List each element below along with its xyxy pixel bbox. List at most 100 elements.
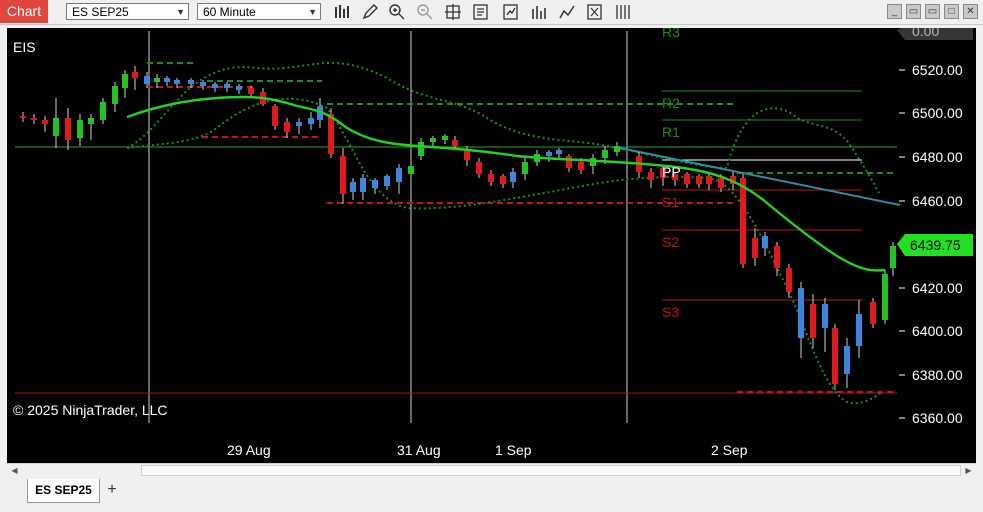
price-tick: 6500.00 (912, 105, 963, 121)
chart-panel[interactable]: 0.00 6520.00 6500.00 6480.00 6460.00 642… (7, 28, 976, 463)
candle-body (112, 86, 118, 104)
candle-body (31, 118, 37, 120)
candle-body (360, 178, 366, 192)
bar-type-icon[interactable] (333, 3, 351, 21)
candle-body (65, 118, 71, 140)
candle-body (522, 162, 528, 174)
pivot-label-pp: PP (662, 164, 681, 180)
restore-button[interactable]: ▭ (925, 4, 940, 19)
price-axis: 0.00 6520.00 6500.00 6480.00 6460.00 642… (912, 28, 963, 426)
candle-body (774, 246, 780, 268)
tile-button[interactable]: ▭ (906, 4, 921, 19)
candle-body (556, 150, 562, 154)
candle-body (762, 236, 768, 248)
indicators-icon[interactable] (530, 3, 548, 21)
date-label: 31 Aug (397, 442, 441, 458)
candle-body (798, 288, 804, 338)
candle-body (154, 78, 160, 82)
date-label: 1 Sep (495, 442, 532, 458)
candle-body (384, 176, 390, 186)
pencil-icon[interactable] (361, 3, 379, 21)
chevron-down-icon: ▼ (176, 7, 185, 17)
pivot-labels: R3 R2 R1 PP S1 S2 S3 (662, 28, 681, 320)
candle-body (810, 304, 816, 338)
zoom-out-icon[interactable] (416, 3, 434, 21)
interval-value: 60 Minute (203, 5, 256, 19)
price-chart[interactable]: 0.00 6520.00 6500.00 6480.00 6460.00 642… (7, 28, 976, 463)
candle-body (224, 84, 230, 88)
pivot-label-s1: S1 (662, 194, 679, 210)
price-tick: 6520.00 (912, 62, 963, 78)
candle-body (100, 102, 106, 120)
data-box-icon[interactable] (472, 3, 490, 21)
candle-body (546, 152, 552, 156)
interval-selector[interactable]: 60 Minute ▼ (197, 3, 321, 20)
candle-body (752, 238, 758, 258)
candle-body (77, 120, 83, 138)
current-price-label: 6439.75 (910, 237, 961, 253)
candle-body (822, 304, 828, 328)
scroll-left-icon[interactable]: ◀ (8, 465, 21, 477)
candle-body (578, 162, 584, 170)
pivot-lines (662, 90, 862, 301)
candle-body (740, 178, 746, 264)
candle-body (144, 76, 150, 84)
candle-body (212, 84, 218, 88)
toolbar: Chart ES SEP25 ▼ 60 Minute ▼ _ ▭ ▭ □ ✕ (0, 0, 983, 25)
candle-body (308, 118, 314, 124)
scroll-thumb[interactable] (141, 465, 961, 476)
candle-body (328, 114, 334, 154)
candle-body (350, 182, 356, 192)
candle-body (476, 162, 482, 174)
pivot-label-r3: R3 (662, 28, 680, 40)
date-axis: 29 Aug 31 Aug 1 Sep 2 Sep (227, 442, 748, 458)
candle-body (408, 166, 414, 174)
candle-body (464, 150, 470, 160)
tile-icon: ▭ (908, 6, 919, 17)
chevron-down-icon: ▼ (308, 7, 317, 17)
properties-icon[interactable] (586, 3, 604, 21)
price-tick: 6460.00 (912, 193, 963, 209)
candle-body (20, 116, 26, 118)
candle-body (832, 328, 838, 384)
candle-body (418, 142, 424, 156)
pivot-label-r1: R1 (662, 124, 680, 140)
candle-body (396, 168, 402, 182)
candle-body (452, 140, 458, 146)
tab-bar: ES SEP25 + (0, 478, 983, 512)
candle-body (614, 146, 620, 152)
pivot-label-r2: R2 (662, 95, 680, 111)
candle-body (510, 172, 516, 182)
candle-body (718, 178, 724, 188)
candle-body (122, 74, 128, 88)
drawing-tools-icon[interactable] (558, 3, 576, 21)
strategies-icon[interactable] (502, 3, 520, 21)
date-label: 29 Aug (227, 442, 271, 458)
horizontal-scrollbar[interactable]: ◀ ▶ (7, 463, 976, 478)
chart-tab[interactable]: Chart (0, 0, 48, 23)
candle-body (248, 88, 254, 94)
instrument-selector[interactable]: ES SEP25 ▼ (66, 3, 189, 20)
add-tab-button[interactable]: + (103, 481, 121, 499)
close-button[interactable]: ✕ (963, 4, 978, 19)
candle-body (272, 106, 278, 126)
grid-icon[interactable] (614, 3, 632, 21)
tab-es-sep25[interactable]: ES SEP25 (27, 479, 100, 503)
candle-body (488, 174, 494, 182)
scroll-right-icon[interactable]: ▶ (962, 465, 975, 477)
candle-body (88, 118, 94, 124)
crosshair-icon[interactable] (444, 3, 462, 21)
candle-body (890, 246, 896, 268)
candle-body (164, 78, 170, 82)
candle-body (340, 156, 346, 194)
candle-body (696, 176, 702, 184)
maximize-button[interactable]: □ (944, 4, 959, 19)
candle-body (296, 122, 302, 126)
minimize-button[interactable]: _ (887, 4, 902, 19)
top-price-box (897, 28, 973, 40)
candle-body (132, 72, 138, 78)
zoom-in-icon[interactable] (388, 3, 406, 21)
candle-body (856, 314, 862, 346)
candle-body (188, 80, 194, 84)
candle-body (53, 118, 59, 136)
